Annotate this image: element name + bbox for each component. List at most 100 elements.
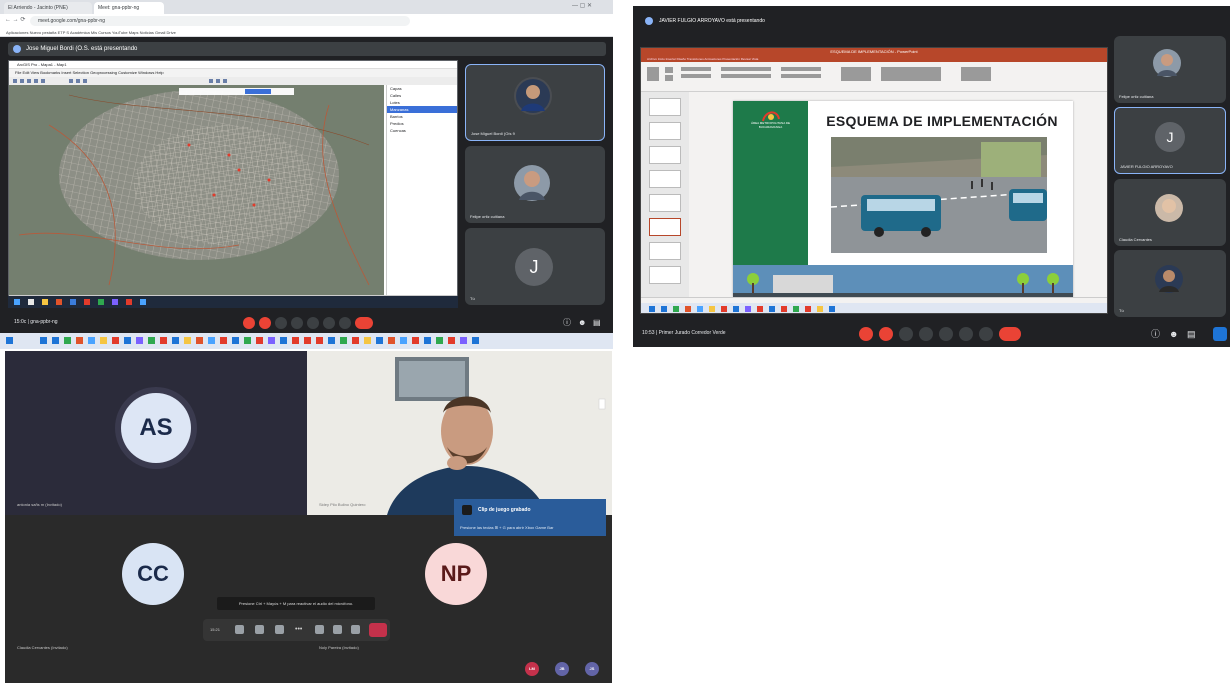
windows-taskbar xyxy=(0,333,613,349)
toast-body: Presione las teclas ⊞ + G para abrir Xbo… xyxy=(460,525,554,530)
slide-thumbnails[interactable] xyxy=(641,92,689,297)
presenter-text: Jose Miguel Bordi (O.S. está presentando xyxy=(26,46,138,52)
slide-thumb[interactable] xyxy=(649,242,681,260)
city-map xyxy=(9,85,384,295)
chat-icon[interactable] xyxy=(333,625,342,634)
present-icon xyxy=(13,45,21,53)
participant-name: Tú xyxy=(1119,308,1124,313)
chat-icon[interactable]: ▤ xyxy=(1187,327,1199,339)
slide-thumb[interactable] xyxy=(649,146,681,164)
raise-hand-button[interactable] xyxy=(323,317,335,329)
slide-thumb[interactable] xyxy=(649,194,681,212)
camera-off-button[interactable] xyxy=(259,317,271,329)
participant-tile-1[interactable]: Felipe ortiz cuitiana xyxy=(1114,36,1226,103)
participant-tile-self[interactable]: J Tú xyxy=(465,228,605,305)
captions-button[interactable] xyxy=(275,317,287,329)
participant-tile-1[interactable]: Jose Miguel Bordi (Oís 9 xyxy=(465,64,605,141)
emoji-button[interactable] xyxy=(919,327,933,341)
layer-item[interactable]: Cuencas xyxy=(387,127,457,134)
info-icon[interactable]: ⓘ xyxy=(1151,327,1163,339)
participant-video[interactable]: Sidey Pilo Bulino Quintero xyxy=(307,351,612,515)
layers-panel[interactable]: Capas Calles Lotes Manzanas Barrios Pred… xyxy=(386,85,457,295)
camera-icon[interactable] xyxy=(235,625,244,634)
ppt-taskbar xyxy=(641,303,1107,313)
mute-hint: Presione Ctrl + Mayús + M para reactivar… xyxy=(217,597,375,610)
raise-hand-button[interactable] xyxy=(959,327,973,341)
toolbar-icons xyxy=(13,79,227,83)
more-icon[interactable]: ••• xyxy=(295,625,304,634)
info-icon[interactable]: ⓘ xyxy=(563,317,575,329)
people-icon[interactable]: ☻ xyxy=(1169,327,1181,339)
activities-button[interactable] xyxy=(1213,327,1227,341)
gis-menu[interactable]: File Edit View Bookmarks Insert Selectio… xyxy=(9,69,457,77)
avatar xyxy=(1152,48,1182,78)
tab-meet[interactable]: Meet: gna-ppbr-ng xyxy=(94,2,164,14)
emoji-button[interactable] xyxy=(291,317,303,329)
current-slide[interactable]: ÁREA METROPOLITANA DE BUCARAMANGA ESQUEM… xyxy=(733,101,1073,297)
chat-icon[interactable]: ▤ xyxy=(593,317,605,329)
layer-item[interactable]: Lotes xyxy=(387,99,457,106)
participant-tile-as[interactable]: AS antonia sañs m (Invitado) xyxy=(5,351,307,515)
participant-tile-2[interactable]: Felipe ortiz cuitiana xyxy=(465,146,605,223)
participant-tile-3[interactable]: Claudia Cervantes xyxy=(1114,179,1226,246)
small-avatar[interactable]: JS xyxy=(585,662,599,676)
presenter-banner: Jose Miguel Bordi (O.S. está presentando xyxy=(8,42,606,56)
slide-thumb[interactable] xyxy=(649,266,681,284)
ppt-ribbon[interactable] xyxy=(641,62,1107,92)
hang-up-button[interactable] xyxy=(369,623,387,637)
window-controls[interactable]: — ▢ ✕ xyxy=(572,2,592,9)
url-bar[interactable]: meet.google.com/gna-ppbr-ng xyxy=(30,16,410,26)
taskbar-icons xyxy=(6,337,479,344)
gis-map[interactable] xyxy=(9,85,384,295)
camera-off-button[interactable] xyxy=(879,327,893,341)
layer-item[interactable]: Predios xyxy=(387,120,457,127)
avatar xyxy=(1154,193,1184,223)
end-call-button[interactable] xyxy=(999,327,1021,341)
avatar-letter: J xyxy=(1155,122,1185,152)
present-button[interactable] xyxy=(307,317,319,329)
participant-tile-presenter[interactable]: J JAVIER FULGIO ARROYAVO xyxy=(1114,107,1226,174)
gis-toolbar[interactable] xyxy=(9,77,457,85)
layer-item-selected[interactable]: Manzanas xyxy=(387,106,457,113)
back-icon[interactable]: ← → ⟳ xyxy=(5,16,25,23)
end-call-button[interactable] xyxy=(355,317,373,329)
teams-call-window: AS antonia sañs m (Invitado) Sidey Pilo … xyxy=(5,351,612,683)
participant-name: Claudia Cervantes xyxy=(1119,237,1152,242)
slide-thumb[interactable] xyxy=(649,98,681,116)
raise-hand-icon[interactable] xyxy=(315,625,324,634)
present-button[interactable] xyxy=(939,327,953,341)
presenter-text: JAVIER FULGIO ARROYAVO está presentando xyxy=(659,18,765,24)
more-options-button[interactable] xyxy=(339,317,351,329)
people-icon[interactable]: ☻ xyxy=(578,317,590,329)
participant-tile-self[interactable]: Tú xyxy=(1114,250,1226,317)
bus-scene xyxy=(831,137,1047,253)
layer-item[interactable]: Calles xyxy=(387,92,457,99)
layer-item[interactable]: Capas xyxy=(387,85,457,92)
mic-icon[interactable] xyxy=(255,625,264,634)
bookmarks-bar[interactable]: Aplicaciones Nuevo pestaña ETP S Académi… xyxy=(0,28,613,37)
slide-thumb-active[interactable] xyxy=(649,218,681,236)
mic-off-button[interactable] xyxy=(859,327,873,341)
present-icon xyxy=(645,17,653,25)
mic-off-button[interactable] xyxy=(243,317,255,329)
slide-thumb[interactable] xyxy=(649,122,681,140)
share-icon[interactable] xyxy=(275,625,284,634)
game-bar-toast[interactable]: Clip de juego grabado Presione las tecla… xyxy=(454,499,606,536)
ppt-title: ESQUEMA DE IMPLEMENTACIÓN - PowerPoint xyxy=(641,48,1107,56)
small-avatar[interactable]: LM xyxy=(525,662,539,676)
participant-name: antonia sañs m (Invitado) xyxy=(17,502,62,507)
avatar xyxy=(513,164,551,202)
teams-call-controls: 15:21 ••• xyxy=(203,619,390,641)
captions-button[interactable] xyxy=(899,327,913,341)
participant-name: Noly Pareira (Invitado) xyxy=(319,645,359,650)
meet-controls: 10:53 | Primer Jurado Corredor Verde ⓘ ☻… xyxy=(633,322,1230,347)
participants-icon[interactable] xyxy=(351,625,360,634)
shared-screen: ArcGIS Pro - Mapa1 - Map1 File Edit View… xyxy=(8,60,458,308)
slide-thumb[interactable] xyxy=(649,170,681,188)
small-avatar[interactable]: JB xyxy=(555,662,569,676)
strip-illustration xyxy=(733,265,1073,297)
layer-item[interactable]: Barrios xyxy=(387,113,457,120)
more-options-button[interactable] xyxy=(979,327,993,341)
shared-taskbar xyxy=(8,296,458,308)
tab-arriendo[interactable]: El Arriendo - Jacinto (PNE) xyxy=(4,2,92,14)
